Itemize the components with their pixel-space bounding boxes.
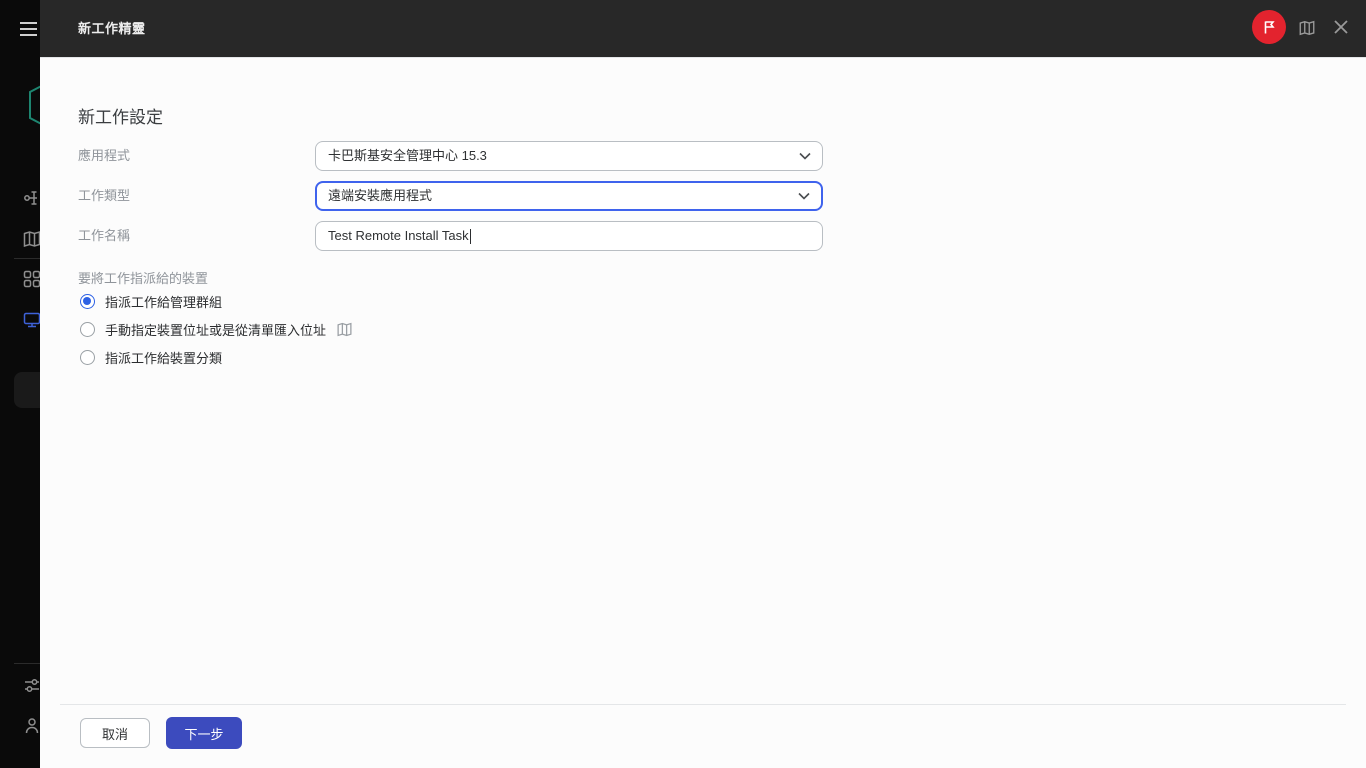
- application-select[interactable]: 卡巴斯基安全管理中心 15.3: [315, 141, 823, 171]
- chevron-down-icon: [799, 152, 811, 160]
- sidebar-active-item-highlight[interactable]: [14, 372, 40, 408]
- new-task-wizard-panel: 新工作設定 應用程式 卡巴斯基安全管理中心 15.3 工作類型 遠端安裝應用程式…: [40, 57, 1366, 768]
- settings-sliders-icon[interactable]: [22, 676, 40, 696]
- text-cursor: [469, 229, 471, 245]
- task-name-input[interactable]: Test Remote Install Task: [315, 221, 823, 251]
- chevron-down-icon: [798, 192, 810, 200]
- flag-icon: [1264, 21, 1275, 34]
- task-name-input-value: Test Remote Install Task: [328, 228, 469, 243]
- radio-assign-device-selection[interactable]: 指派工作給裝置分類: [80, 348, 222, 366]
- devices-monitor-icon[interactable]: [22, 310, 40, 330]
- task-name-label: 工作名稱: [78, 228, 131, 243]
- radio-unselected-icon: [80, 321, 95, 337]
- application-select-value: 卡巴斯基安全管理中心 15.3: [328, 148, 487, 163]
- radio-specify-addresses[interactable]: 手動指定裝置位址或是從清單匯入位址: [80, 320, 353, 338]
- help-book-icon[interactable]: [1298, 19, 1316, 42]
- cancel-button[interactable]: 取消: [80, 718, 150, 748]
- wizard-title: 新工作精靈: [78, 21, 146, 36]
- sidebar-divider-bottom: [14, 663, 40, 664]
- dashboard-grid-icon[interactable]: [22, 269, 40, 289]
- close-icon[interactable]: [1333, 19, 1349, 40]
- sidebar-divider: [14, 258, 40, 259]
- map-book-icon[interactable]: [22, 229, 40, 249]
- server-hierarchy-icon[interactable]: [22, 188, 40, 208]
- footer-divider: [60, 704, 1346, 705]
- user-icon[interactable]: [22, 716, 40, 736]
- task-type-select[interactable]: 遠端安裝應用程式: [315, 181, 823, 211]
- assign-devices-section-label: 要將工作指派給的裝置: [78, 271, 209, 286]
- kaspersky-hexagon-logo: [26, 80, 40, 135]
- radio-unselected-icon: [80, 349, 95, 365]
- radio-assign-admin-group[interactable]: 指派工作給管理群組: [80, 292, 222, 310]
- task-type-select-value: 遠端安裝應用程式: [328, 188, 433, 203]
- radio-label: 指派工作給管理群組: [105, 294, 223, 310]
- hamburger-menu-icon[interactable]: [20, 22, 37, 36]
- application-label: 應用程式: [78, 148, 131, 163]
- next-button[interactable]: 下一步: [166, 717, 242, 749]
- left-sidebar: [0, 0, 40, 768]
- wizard-titlebar: 新工作精靈: [40, 0, 1366, 57]
- brand-flag-button[interactable]: [1252, 10, 1286, 44]
- radio-selected-icon: [80, 293, 95, 309]
- page-title: 新工作設定: [78, 108, 163, 127]
- radio-label: 手動指定裝置位址或是從清單匯入位址: [105, 322, 327, 338]
- task-type-label: 工作類型: [78, 188, 131, 203]
- radio-label: 指派工作給裝置分類: [105, 350, 223, 366]
- help-book-icon[interactable]: [336, 321, 353, 338]
